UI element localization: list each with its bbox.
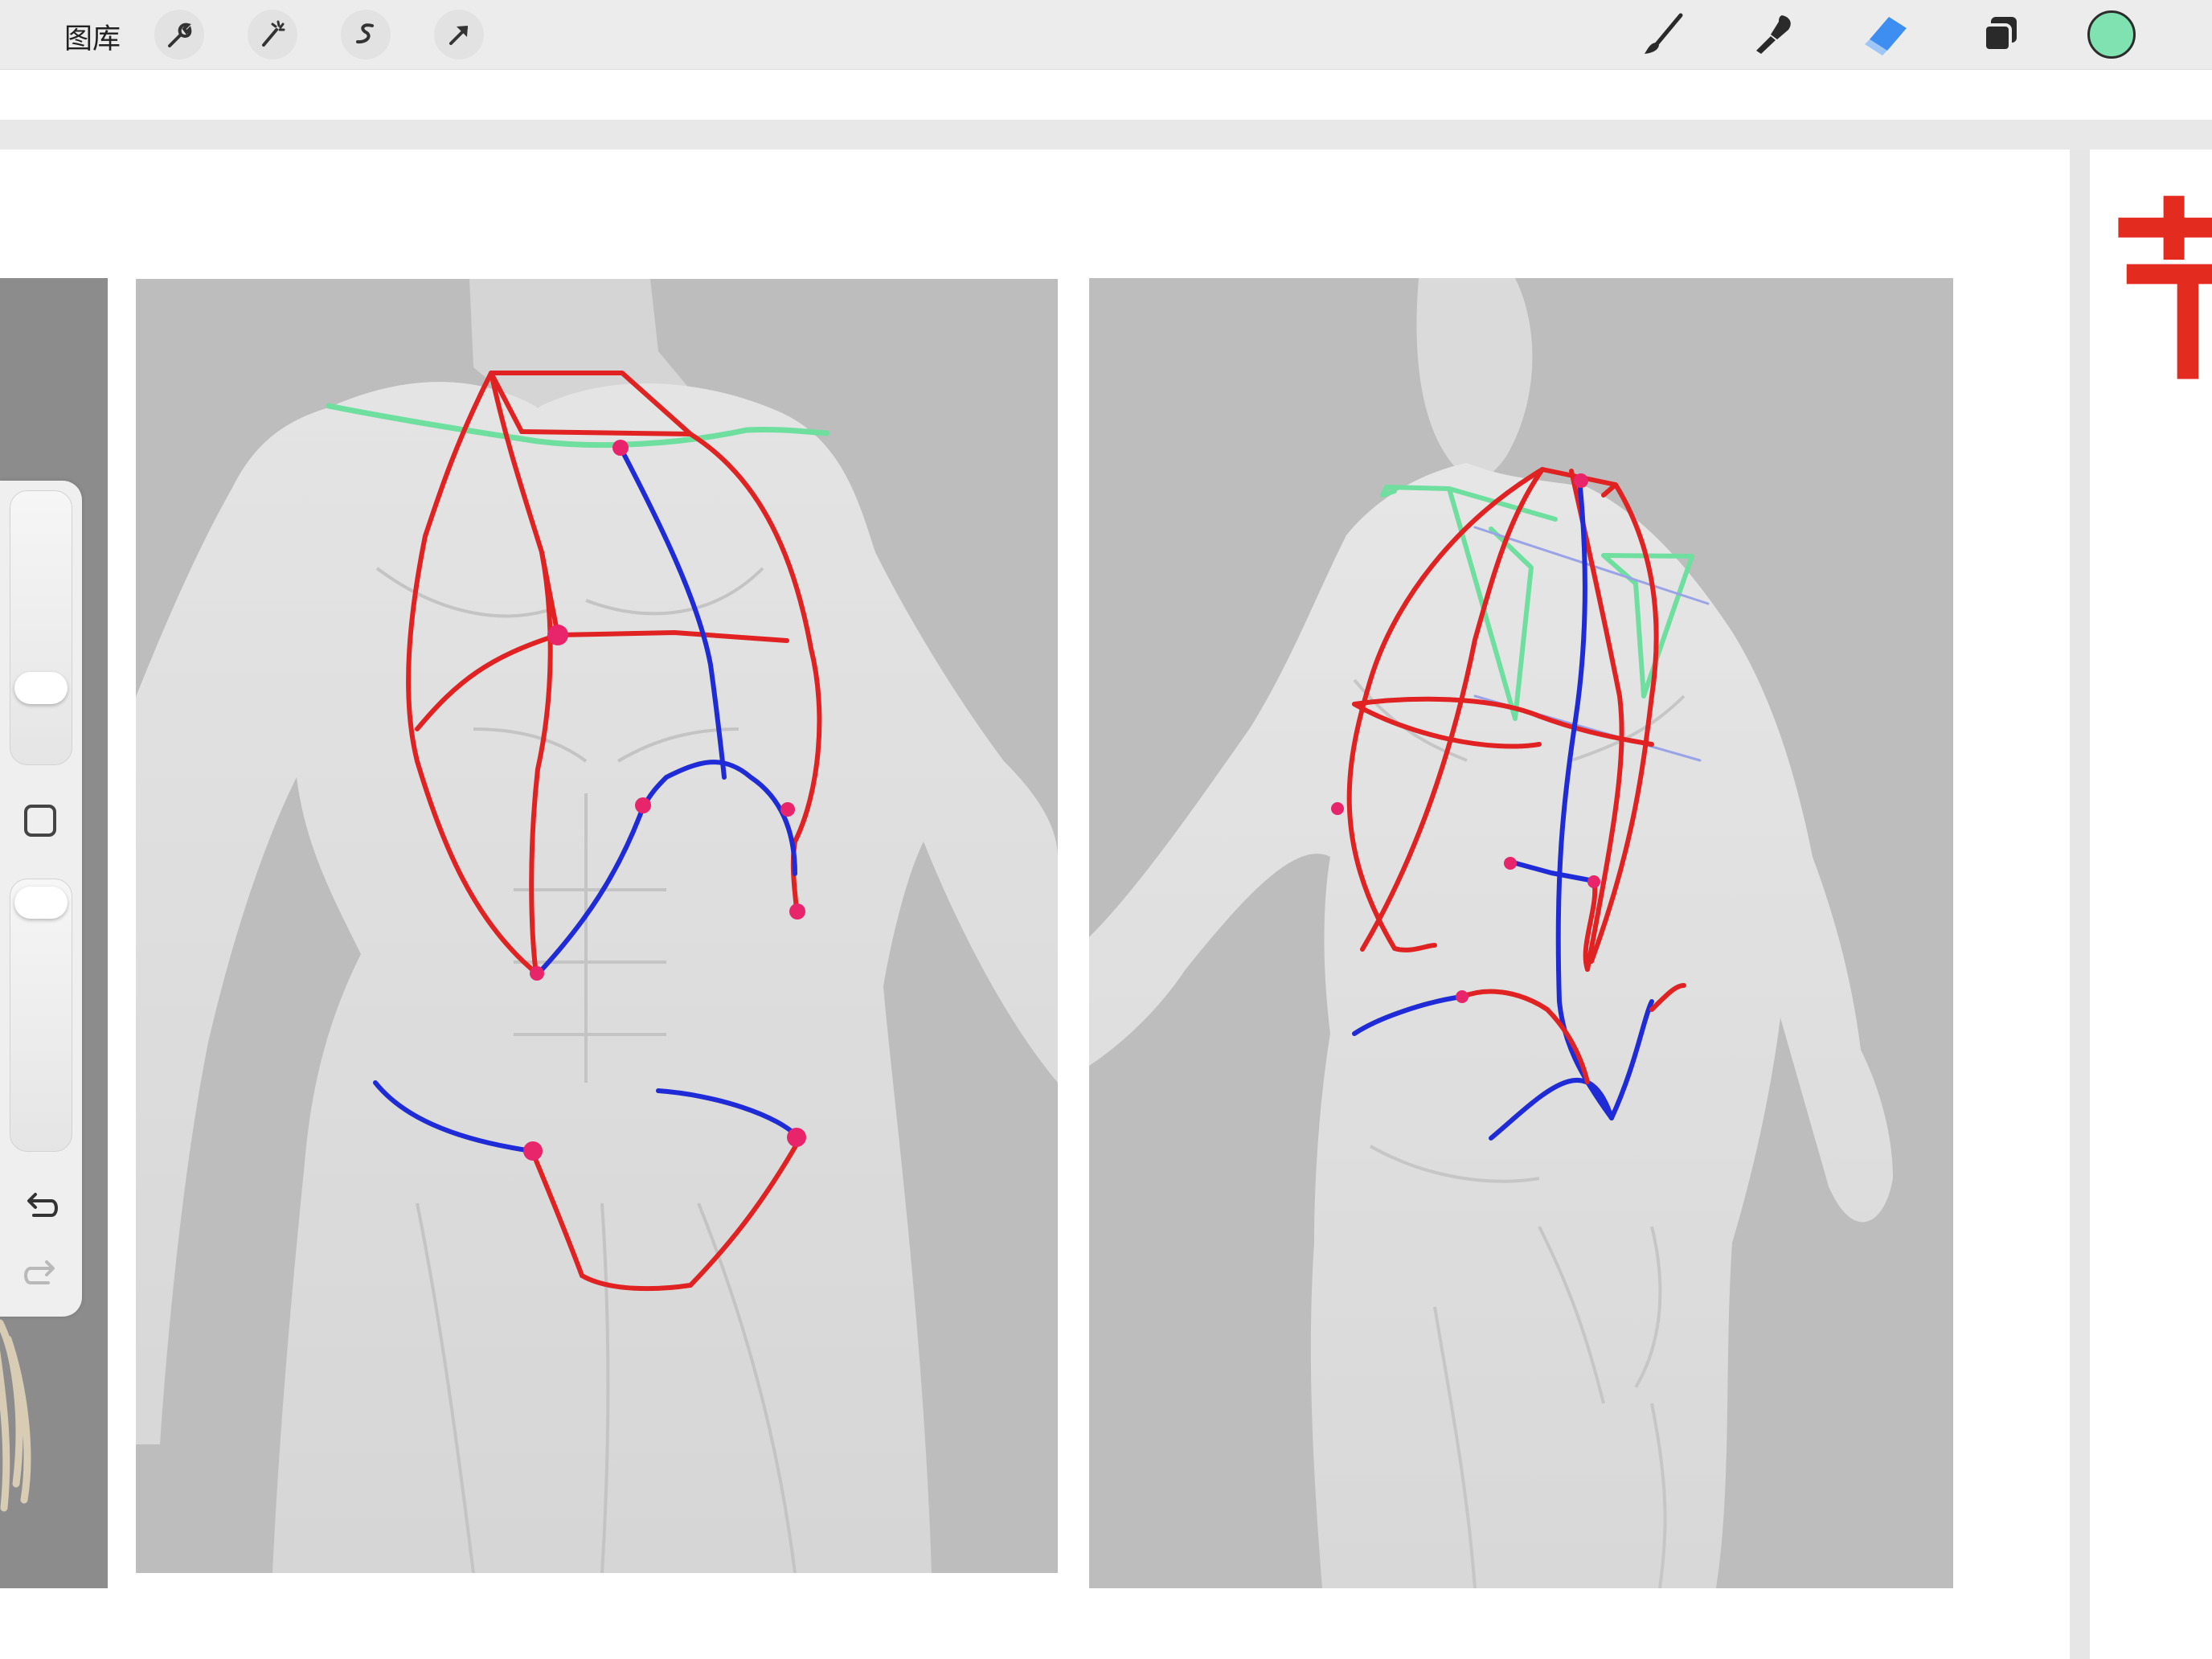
color-picker-swatch[interactable] bbox=[2087, 10, 2136, 59]
brush-size-thumb[interactable] bbox=[14, 672, 68, 704]
brush-icon[interactable] bbox=[1636, 8, 1690, 61]
layers-icon[interactable] bbox=[1974, 8, 2027, 61]
adjacent-page: 节 bbox=[2090, 150, 2212, 1659]
magic-wand-icon[interactable] bbox=[248, 10, 297, 59]
selection-icon[interactable] bbox=[341, 10, 391, 59]
transform-arrow-icon[interactable] bbox=[434, 10, 484, 59]
reference-image-front bbox=[136, 279, 1058, 1573]
wrench-icon[interactable] bbox=[154, 10, 204, 59]
modify-button[interactable] bbox=[24, 805, 56, 837]
brush-size-slider[interactable] bbox=[10, 490, 72, 765]
red-heading-char: 节 bbox=[2111, 182, 2212, 407]
undo-icon[interactable] bbox=[19, 1185, 63, 1228]
gallery-button[interactable]: 图库 bbox=[64, 16, 121, 57]
eraser-icon[interactable] bbox=[1859, 8, 1912, 61]
page-separator bbox=[2070, 150, 2090, 1659]
redo-icon[interactable] bbox=[19, 1252, 63, 1296]
smudge-icon[interactable] bbox=[1747, 8, 1800, 61]
reference-image-back bbox=[1089, 278, 1953, 1588]
side-toolbar bbox=[0, 481, 82, 1317]
opacity-slider[interactable] bbox=[10, 879, 72, 1152]
canvas-top-band bbox=[0, 70, 2212, 120]
top-toolbar: 图库 bbox=[0, 0, 2212, 70]
opacity-thumb[interactable] bbox=[14, 887, 68, 919]
canvas-gray-band bbox=[0, 120, 2212, 150]
